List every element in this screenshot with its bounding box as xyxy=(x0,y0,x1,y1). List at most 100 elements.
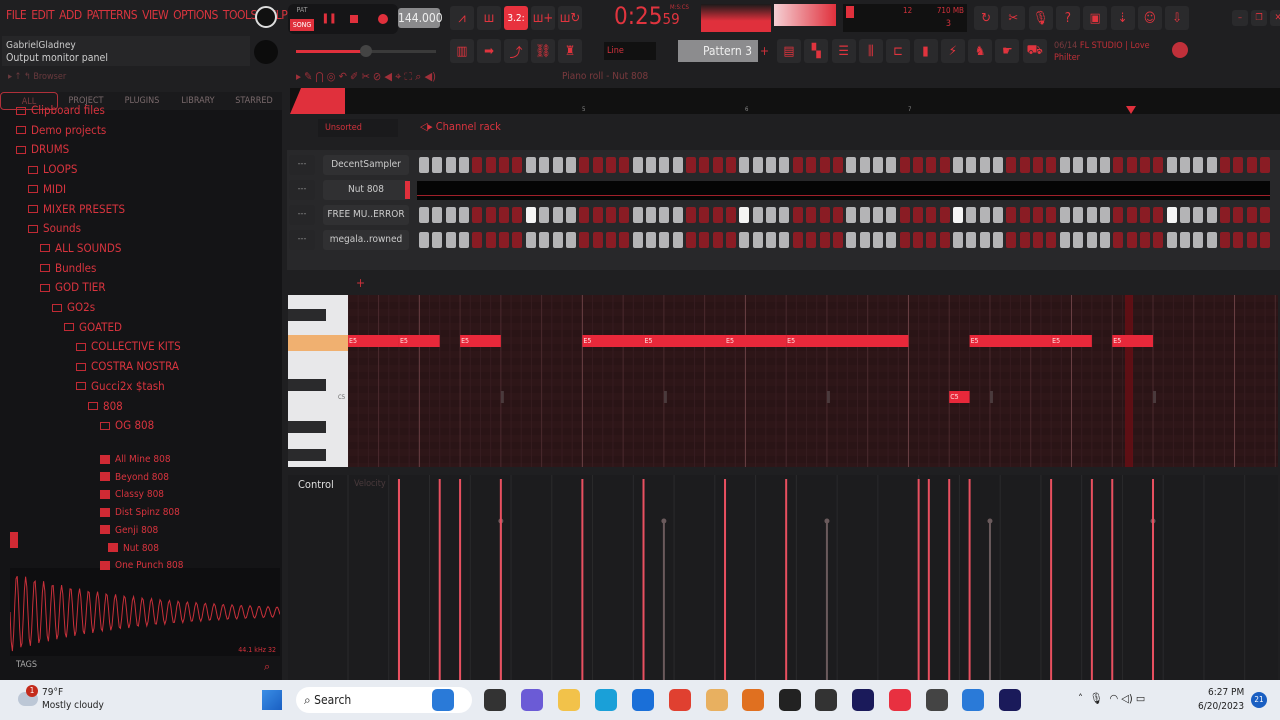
step-button[interactable] xyxy=(579,157,590,173)
step-button[interactable] xyxy=(605,232,616,248)
step-button[interactable] xyxy=(525,157,536,173)
step-button[interactable] xyxy=(1046,157,1057,173)
edge-button[interactable] xyxy=(595,689,617,711)
step-button[interactable] xyxy=(605,157,616,173)
browser-tab-starred[interactable]: STARRED xyxy=(226,92,282,110)
step-button[interactable] xyxy=(766,157,777,173)
step-button[interactable] xyxy=(1006,157,1017,173)
folder-item[interactable]: GOD TIER xyxy=(40,278,106,297)
globe-icon[interactable] xyxy=(1172,42,1188,58)
step-button[interactable] xyxy=(806,157,817,173)
step-button[interactable] xyxy=(1059,232,1070,248)
step-button[interactable] xyxy=(592,157,603,173)
step-button[interactable] xyxy=(699,207,710,223)
step-button[interactable] xyxy=(979,157,990,173)
step-button[interactable] xyxy=(846,207,857,223)
step-button[interactable] xyxy=(1206,232,1217,248)
folder-item[interactable]: LOOPS xyxy=(28,160,77,179)
step-button[interactable] xyxy=(1220,157,1230,173)
step-button[interactable] xyxy=(806,207,817,223)
step-button[interactable] xyxy=(1019,232,1030,248)
channel-filter[interactable]: Unsorted xyxy=(318,119,398,137)
channel-name-button[interactable]: megala..rowned xyxy=(323,230,409,250)
cut-button[interactable]: ✂ xyxy=(1001,6,1026,30)
step-button[interactable] xyxy=(712,207,723,223)
step-button[interactable] xyxy=(472,232,483,248)
step-button[interactable] xyxy=(485,207,496,223)
step-button[interactable] xyxy=(432,157,443,173)
step-button[interactable] xyxy=(619,207,630,223)
folder-item[interactable]: COLLECTIVE KITS xyxy=(76,337,181,356)
search-icon[interactable]: ⌕ xyxy=(264,660,270,674)
menu-patterns[interactable]: PATTERNS xyxy=(87,8,138,22)
sample-item[interactable]: Beyond 808 xyxy=(100,468,169,487)
step-button[interactable] xyxy=(539,157,550,173)
step-button[interactable] xyxy=(872,207,883,223)
step-button[interactable] xyxy=(886,232,897,248)
step-button[interactable] xyxy=(659,232,670,248)
pat-mode-button[interactable]: PAT xyxy=(290,6,314,14)
close-button[interactable]: ✕ xyxy=(1270,10,1280,26)
step-button[interactable] xyxy=(699,157,710,173)
step-button[interactable] xyxy=(979,232,990,248)
step-button[interactable] xyxy=(1126,157,1137,173)
step-button[interactable] xyxy=(686,157,696,173)
snap-button[interactable]: 3.2: xyxy=(504,6,528,30)
step-button[interactable] xyxy=(1193,157,1204,173)
step-button[interactable] xyxy=(1033,207,1044,223)
channel-mute-button[interactable]: --- xyxy=(289,230,315,250)
step-button[interactable] xyxy=(859,232,870,248)
step-button[interactable] xyxy=(645,207,656,223)
step-button[interactable] xyxy=(1193,232,1204,248)
step-button[interactable] xyxy=(1006,232,1017,248)
menu-options[interactable]: OPTIONS xyxy=(173,8,218,22)
channel-name-button[interactable]: Nut 808 xyxy=(323,180,409,200)
channel-mute-button[interactable]: --- xyxy=(289,155,315,175)
app-button[interactable] xyxy=(962,689,984,711)
step-button[interactable] xyxy=(792,207,803,223)
task-view-button[interactable] xyxy=(484,689,506,711)
step-button[interactable] xyxy=(1099,232,1110,248)
sample-item[interactable]: Genji 808 xyxy=(100,521,158,540)
clock-date[interactable]: 6/20/2023 xyxy=(1198,701,1244,712)
step-button[interactable] xyxy=(832,232,843,248)
step-button[interactable] xyxy=(1166,232,1177,248)
step-button[interactable] xyxy=(926,232,937,248)
step-button[interactable] xyxy=(445,157,456,173)
step-button[interactable] xyxy=(1086,157,1097,173)
clock-time[interactable]: 6:27 PM xyxy=(1208,687,1244,698)
minimize-button[interactable]: – xyxy=(1232,10,1248,26)
step-button[interactable] xyxy=(1246,157,1257,173)
step-button[interactable] xyxy=(846,157,857,173)
step-button[interactable] xyxy=(1246,207,1257,223)
step-button[interactable] xyxy=(752,232,763,248)
file-explorer-button[interactable] xyxy=(558,689,580,711)
browser-tab-plugins[interactable]: PLUGINS xyxy=(114,92,170,110)
mixer-icon[interactable]: ⫼ xyxy=(858,39,883,63)
step-button[interactable] xyxy=(605,207,616,223)
step-button[interactable] xyxy=(1126,232,1137,248)
step-button[interactable] xyxy=(459,207,470,223)
step-button[interactable] xyxy=(739,207,750,223)
playlist-icon[interactable]: ▥ xyxy=(450,39,474,63)
channel-name-button[interactable]: FREE MU..ERROR xyxy=(323,205,409,225)
menu-add[interactable]: ADD xyxy=(59,8,82,22)
step-button[interactable] xyxy=(512,207,523,223)
step-button[interactable] xyxy=(779,157,790,173)
step-button[interactable] xyxy=(939,207,950,223)
step-button[interactable] xyxy=(993,207,1004,223)
step-button[interactable] xyxy=(1046,232,1057,248)
shop-icon[interactable]: ⛟ xyxy=(1022,39,1047,63)
teams-button[interactable] xyxy=(521,689,543,711)
step-button[interactable] xyxy=(672,207,683,223)
step-button[interactable] xyxy=(699,232,710,248)
step-button[interactable] xyxy=(659,207,670,223)
step-button[interactable] xyxy=(912,157,923,173)
step-button[interactable] xyxy=(1126,207,1137,223)
step-button[interactable] xyxy=(1233,207,1244,223)
download-button[interactable]: ⇩ xyxy=(1165,6,1190,30)
step-button[interactable] xyxy=(1059,207,1070,223)
step-button[interactable] xyxy=(485,232,496,248)
folder-item[interactable]: GOATED xyxy=(64,318,122,337)
channel-name-button[interactable]: DecentSampler xyxy=(323,155,409,175)
